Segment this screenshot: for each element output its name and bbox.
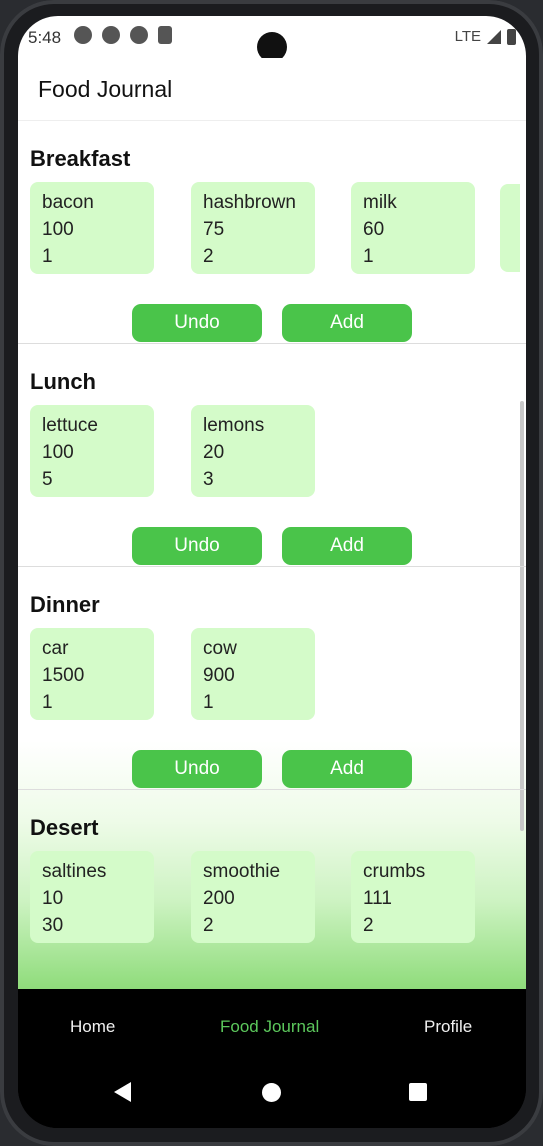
food-card[interactable]: smoothie 200 2 xyxy=(191,851,315,943)
food-quantity: 3 xyxy=(203,469,214,490)
nav-home[interactable]: Home xyxy=(70,1017,115,1037)
wifi-off-icon xyxy=(102,26,120,44)
food-calories: 100 xyxy=(42,442,74,463)
page-title: Food Journal xyxy=(38,76,173,102)
battery-icon xyxy=(507,28,516,45)
undo-button[interactable]: Undo xyxy=(132,304,262,342)
food-card[interactable]: saltines 10 30 xyxy=(30,851,154,943)
food-name: bacon xyxy=(42,192,94,213)
meal-title: Dinner xyxy=(30,592,100,617)
system-navigation-bar xyxy=(18,1065,526,1128)
food-name: smoothie xyxy=(203,861,281,882)
food-quantity: 30 xyxy=(42,915,64,936)
food-quantity: 1 xyxy=(363,246,374,267)
add-button[interactable]: Add xyxy=(282,750,412,788)
home-icon[interactable] xyxy=(262,1083,281,1102)
status-right: LTE xyxy=(455,28,516,45)
food-card-row[interactable]: lettuce 100 5 lemons 20 3 xyxy=(30,405,526,497)
food-quantity: 2 xyxy=(363,915,374,936)
food-name: hashbrown xyxy=(203,192,296,213)
meal-section-lunch: Lunch lettuce 100 5 lemons 20 3 Undo Add xyxy=(18,344,526,567)
meal-section-dinner: Dinner car 1500 1 cow 900 1 Undo Add xyxy=(18,567,526,790)
food-name: car xyxy=(42,638,69,659)
nav-food-journal[interactable]: Food Journal xyxy=(220,1017,319,1037)
signal-icon xyxy=(487,29,501,44)
meal-section-breakfast: Breakfast bacon 100 1 hashbrown 75 2 mil… xyxy=(18,121,526,344)
back-icon[interactable] xyxy=(114,1082,131,1102)
food-name: milk xyxy=(363,192,397,213)
status-time: 5:48 xyxy=(28,28,62,47)
food-name: lemons xyxy=(203,415,265,436)
status-bar: 5:48 LTE xyxy=(18,16,526,62)
a-icon xyxy=(74,26,92,44)
meal-title: Desert xyxy=(30,815,99,840)
food-calories: 20 xyxy=(203,442,225,463)
food-quantity: 1 xyxy=(203,692,214,713)
food-quantity: 2 xyxy=(203,246,214,267)
food-calories: 75 xyxy=(203,219,225,240)
food-card-row[interactable]: saltines 10 30 smoothie 200 2 crumbs 111… xyxy=(30,851,526,943)
recents-icon[interactable] xyxy=(409,1083,427,1101)
phone-screen: 5:48 LTE Food Journal Breakfast bacon 10… xyxy=(18,16,526,1128)
meal-list[interactable]: Breakfast bacon 100 1 hashbrown 75 2 mil… xyxy=(18,121,526,989)
food-calories: 60 xyxy=(363,219,385,240)
add-button[interactable]: Add xyxy=(282,304,412,342)
food-name: cow xyxy=(203,638,237,659)
food-name: crumbs xyxy=(363,861,426,882)
meal-section-desert: Desert saltines 10 30 smoothie 200 2 cru… xyxy=(18,790,526,989)
meal-title: Lunch xyxy=(30,369,96,394)
app-bar: Food Journal xyxy=(18,58,526,121)
food-quantity: 5 xyxy=(42,469,53,490)
food-name: saltines xyxy=(42,861,107,882)
network-type: LTE xyxy=(454,28,481,45)
food-calories: 200 xyxy=(203,888,235,909)
nav-profile[interactable]: Profile xyxy=(424,1017,472,1037)
food-quantity: 2 xyxy=(203,915,214,936)
food-name: lettuce xyxy=(42,415,98,436)
food-quantity: 1 xyxy=(42,692,53,713)
food-quantity: 1 xyxy=(42,246,53,267)
bottom-navigation: Home Food Journal Profile xyxy=(18,989,526,1065)
add-button[interactable]: Add xyxy=(282,527,412,565)
food-card-partial[interactable] xyxy=(500,184,520,272)
food-card[interactable]: crumbs 111 2 xyxy=(351,851,475,943)
food-calories: 111 xyxy=(363,888,392,909)
food-card[interactable]: cow 900 1 xyxy=(191,628,315,720)
food-card[interactable]: car 1500 1 xyxy=(30,628,154,720)
food-calories: 100 xyxy=(42,219,74,240)
food-card-row[interactable]: bacon 100 1 hashbrown 75 2 milk 60 1 xyxy=(30,182,526,274)
food-calories: 900 xyxy=(203,665,235,686)
food-calories: 1500 xyxy=(42,665,85,686)
undo-button[interactable]: Undo xyxy=(132,527,262,565)
data-icon xyxy=(130,26,148,44)
food-card[interactable]: milk 60 1 xyxy=(351,182,475,274)
food-card[interactable]: lettuce 100 5 xyxy=(30,405,154,497)
undo-button[interactable]: Undo xyxy=(132,750,262,788)
food-card[interactable]: hashbrown 75 2 xyxy=(191,182,315,274)
food-card[interactable]: lemons 20 3 xyxy=(191,405,315,497)
meal-title: Breakfast xyxy=(30,146,131,171)
food-card[interactable]: bacon 100 1 xyxy=(30,182,154,274)
sd-card-icon xyxy=(158,26,172,44)
status-icons xyxy=(74,26,172,44)
food-calories: 10 xyxy=(42,888,64,909)
food-card-row[interactable]: car 1500 1 cow 900 1 xyxy=(30,628,526,720)
